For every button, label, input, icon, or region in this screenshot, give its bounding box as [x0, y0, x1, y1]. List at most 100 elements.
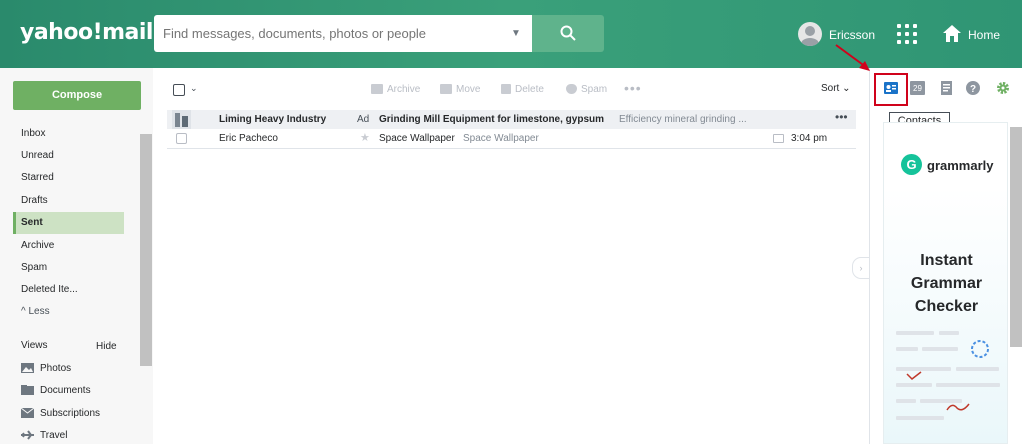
- home-link[interactable]: Home: [968, 28, 1000, 42]
- view-label: Subscriptions: [40, 408, 101, 419]
- user-avatar[interactable]: [798, 22, 822, 46]
- apps-grid-icon[interactable]: [897, 24, 917, 44]
- search-options-chevron-icon[interactable]: ▼: [511, 28, 521, 39]
- folder-unread[interactable]: Unread: [13, 145, 124, 167]
- app-header: yahoo!mail ▼ Ericsson Home: [0, 0, 1022, 68]
- ad-decor-line: [896, 383, 932, 387]
- contacts-highlight-box: [874, 73, 908, 106]
- search-box[interactable]: ▼: [154, 15, 532, 52]
- folder-archive[interactable]: Archive: [13, 235, 124, 257]
- archive-button[interactable]: Archive: [371, 83, 420, 97]
- move-label: Move: [456, 84, 481, 95]
- ad-decor-line: [936, 383, 1000, 387]
- rail-divider: [869, 68, 870, 444]
- shield-icon: [566, 84, 577, 95]
- sort-button[interactable]: Sort ⌄: [821, 83, 851, 94]
- delete-label: Delete: [515, 84, 544, 95]
- view-label: Travel: [40, 430, 68, 441]
- notepad-icon[interactable]: [940, 81, 954, 95]
- ad-decor-line: [939, 331, 959, 335]
- calendar-day: 29: [913, 84, 922, 93]
- more-actions-button[interactable]: •••: [624, 80, 642, 96]
- sort-label: Sort: [821, 83, 840, 94]
- plane-icon: [21, 430, 34, 440]
- photo-icon: [21, 363, 34, 374]
- view-photos[interactable]: Photos: [21, 361, 71, 377]
- ad-check-mark: [906, 371, 922, 380]
- move-button[interactable]: Move: [440, 83, 480, 97]
- svg-text:?: ?: [970, 84, 976, 95]
- view-label: Documents: [40, 385, 91, 396]
- ad-decor-line: [896, 416, 944, 420]
- message-row[interactable]: Eric Pacheco ★ Space Wallpaper Space Wal…: [167, 129, 856, 149]
- message-subject: Space Wallpaper: [379, 133, 455, 144]
- views-heading: Views: [21, 340, 48, 351]
- message-sender: Eric Pacheco: [219, 133, 278, 144]
- message-checkbox[interactable]: [176, 133, 187, 144]
- user-icon: [801, 26, 819, 46]
- folder-move-icon: [440, 84, 452, 95]
- calendar-icon[interactable]: 29: [910, 81, 925, 95]
- sort-chevron-icon: ⌄: [842, 83, 851, 94]
- search-icon: [560, 25, 576, 41]
- image-attachment-icon: [773, 134, 784, 143]
- ad-decor-line: [896, 347, 918, 351]
- message-snippet: Efficiency mineral grinding ...: [619, 114, 747, 125]
- ad-badge: Ad: [357, 114, 370, 125]
- select-options-chevron-icon[interactable]: ⌄: [190, 83, 198, 94]
- document-icon: [21, 385, 34, 396]
- view-subscriptions[interactable]: Subscriptions: [21, 406, 100, 422]
- select-all-checkbox[interactable]: [173, 84, 185, 96]
- ad-headline: Instant Grammar Checker: [910, 252, 983, 315]
- view-documents[interactable]: Documents: [21, 383, 91, 399]
- folder-inbox[interactable]: Inbox: [13, 123, 124, 145]
- message-subject: Grinding Mill Equipment for limestone, g…: [379, 114, 605, 125]
- folder-drafts[interactable]: Drafts: [13, 190, 124, 212]
- spam-label: Spam: [581, 84, 608, 95]
- compose-button[interactable]: Compose: [13, 81, 141, 110]
- folder-starred[interactable]: Starred: [13, 167, 124, 189]
- settings-gear-icon[interactable]: [996, 81, 1010, 95]
- home-icon[interactable]: [942, 24, 962, 43]
- ad-message-row[interactable]: Liming Heavy Industry Ad Grinding Mill E…: [167, 110, 856, 130]
- view-travel[interactable]: Travel: [21, 428, 67, 444]
- star-icon[interactable]: ★: [360, 131, 370, 144]
- ad-decor-line: [896, 399, 916, 403]
- yahoo-mail-logo[interactable]: yahoo!mail: [20, 20, 153, 45]
- views-hide-link[interactable]: Hide: [96, 341, 117, 352]
- search-input[interactable]: [154, 15, 494, 52]
- folder-spam[interactable]: Spam: [13, 257, 124, 279]
- ad-more-button[interactable]: •••: [835, 110, 848, 124]
- ad-decor-line: [896, 367, 951, 371]
- subscriptions-icon: [21, 408, 34, 419]
- grammarly-ad-panel[interactable]: G grammarly Instant Grammar Checker: [883, 122, 1008, 444]
- ad-squiggle: [946, 403, 970, 411]
- archive-icon: [371, 84, 383, 95]
- message-time: 3:04 pm: [791, 133, 828, 144]
- spam-button[interactable]: Spam: [566, 83, 607, 97]
- rail-collapse-handle[interactable]: ›: [852, 257, 870, 279]
- ad-brand: grammarly: [927, 158, 994, 173]
- delete-button[interactable]: Delete: [501, 83, 544, 97]
- message-snippet: Space Wallpaper: [463, 133, 539, 144]
- ad-decor-line: [956, 367, 999, 371]
- help-icon[interactable]: ?: [966, 81, 980, 95]
- message-toolbar: ⌄ Archive Move Delete Spam ••• Sort ⌄: [153, 68, 869, 110]
- ad-thumbnail-image: [172, 110, 191, 129]
- user-name[interactable]: Ericsson: [829, 28, 875, 42]
- trash-icon: [501, 84, 511, 95]
- folder-deleted[interactable]: Deleted Ite...: [13, 279, 124, 301]
- search-button[interactable]: [532, 15, 604, 52]
- view-label: Photos: [40, 363, 72, 374]
- less-toggle[interactable]: ^ Less: [21, 306, 50, 317]
- ad-decor-line: [922, 347, 958, 351]
- grammarly-logo-icon: G: [901, 154, 922, 175]
- ad-decor-line: [896, 331, 934, 335]
- sidebar-scrollbar[interactable]: [140, 134, 152, 366]
- message-sender: Liming Heavy Industry: [219, 114, 327, 125]
- ad-circle-doodle: [971, 340, 989, 358]
- ad-thumbnail: [172, 110, 191, 129]
- folder-sent[interactable]: Sent: [13, 212, 124, 234]
- archive-label: Archive: [387, 84, 421, 95]
- rail-scrollbar[interactable]: [1010, 127, 1022, 347]
